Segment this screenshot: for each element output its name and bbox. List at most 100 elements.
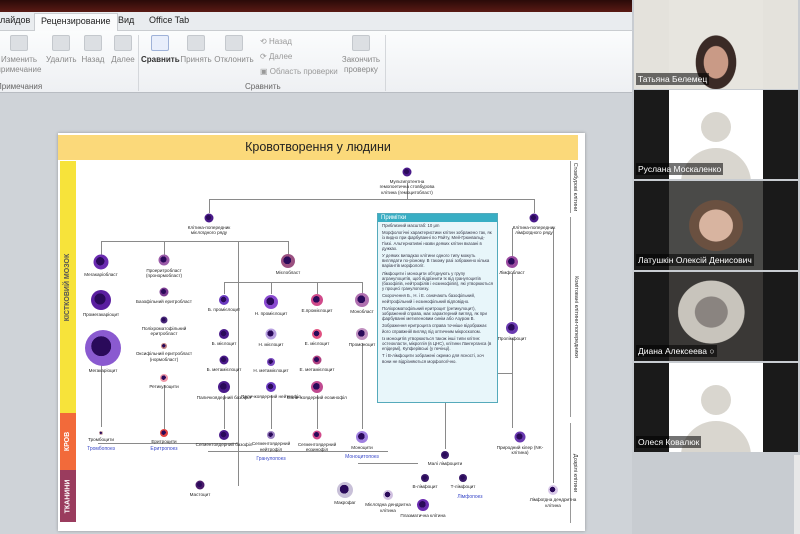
next-label: Далее xyxy=(111,55,135,64)
edit-note-button[interactable]: Изменить примечание xyxy=(0,35,44,75)
label-stem-cells: Стовбурові клітини xyxy=(570,161,580,213)
blood-cell-icon xyxy=(158,254,170,266)
connector-line xyxy=(271,395,272,429)
end-review-button[interactable]: Закончить проверку xyxy=(340,35,382,75)
participant-name: Диана Алексеева ○ xyxy=(636,345,717,357)
note-paragraph: Поліхроматофільний еритроцит (ретикулоци… xyxy=(382,305,487,322)
connector-line xyxy=(512,338,513,428)
blood-cell-icon xyxy=(160,316,168,324)
tab-office-tab[interactable]: Office Tab xyxy=(149,15,189,25)
edit-note-label: Изменить примечание xyxy=(0,55,42,74)
cell-label: Мієлоїдна дендритна клітина xyxy=(365,502,411,513)
connector-line xyxy=(164,385,165,429)
connector-line xyxy=(209,199,534,200)
connector-line xyxy=(209,199,210,213)
cell-label: Ретикулоцити xyxy=(149,384,179,389)
blood-cell-icon xyxy=(160,374,168,382)
note-paragraph: Морфологічні характеристики клітин зобра… xyxy=(382,230,492,251)
cell-label: Плазматична клітина xyxy=(400,513,446,518)
blood-cell-icon xyxy=(402,167,412,177)
review-pane-button[interactable]: ▣ Область проверки xyxy=(260,67,338,76)
participant-tile[interactable]: Татьяна Белемец xyxy=(634,0,798,89)
process-label: Еритропоез xyxy=(150,446,178,452)
connector-line xyxy=(362,343,363,429)
label-committed-progenitors: Комітовані клітини-попередники xyxy=(570,217,580,417)
next-note-button[interactable]: Далее xyxy=(110,35,136,65)
avatar-head-icon xyxy=(701,112,731,142)
connector-line xyxy=(164,241,165,255)
connector-line xyxy=(271,282,272,294)
review-pane-label: Область проверки xyxy=(269,67,338,76)
note-paragraph: Приблизний масштаб: 10 μm xyxy=(382,223,440,228)
participant-tile[interactable]: Диана Алексеева ○ xyxy=(634,272,798,361)
tab-view[interactable]: Вид xyxy=(118,15,134,25)
process-label: Тромбопоез xyxy=(87,446,115,452)
forward-button[interactable]: ⟳ Далее xyxy=(260,52,292,61)
ribbon: Изменить примечание Удалить Назад Далее … xyxy=(0,31,632,93)
process-label: Лімфопоез xyxy=(457,494,483,500)
video-participants-panel: Татьяна Белемец Руслана Москаленко Латуш… xyxy=(632,0,800,534)
connector-line xyxy=(553,228,554,483)
accept-icon xyxy=(187,35,205,51)
participant-tile[interactable]: Латушкін Олексій Денисович xyxy=(634,181,798,270)
reject-button[interactable]: Отклонить xyxy=(214,35,254,65)
accept-label: Принять xyxy=(180,55,212,64)
end-review-label: Закончить проверку xyxy=(341,55,381,74)
cell-label: Малі лімфоцити xyxy=(427,461,463,466)
process-label: Гранулопоез xyxy=(256,456,286,462)
connector-line xyxy=(288,241,289,255)
blood-cell-icon xyxy=(356,328,368,340)
cell-label: Мегакаріоцит xyxy=(88,368,118,373)
connector-line xyxy=(358,463,418,464)
blood-cell-icon xyxy=(219,329,229,339)
blood-cell-icon xyxy=(218,381,230,393)
participant-name: Олеся Ковалюк xyxy=(636,436,702,448)
cell-label: Поліхроматофільний еритробласт xyxy=(141,325,187,337)
tab-slideshow[interactable]: лайдов xyxy=(0,15,30,25)
blood-cell-icon xyxy=(91,290,111,310)
cell-label: Клітина-попередник лімфоїдного ряду xyxy=(512,224,556,236)
connector-line xyxy=(101,241,289,242)
accept-button[interactable]: Принять xyxy=(180,35,212,65)
blood-cell-icon xyxy=(337,482,353,498)
participant-name: Руслана Москаленко xyxy=(636,163,724,175)
band-bone-marrow: КІСТКОВИЙ МОЗОК xyxy=(60,161,76,413)
delete-icon xyxy=(52,35,70,51)
blood-cell-icon xyxy=(355,293,369,307)
cell-label: Мегакаріобласт xyxy=(84,271,118,277)
band-label: ТКАНИНИ xyxy=(64,479,72,513)
blood-cell-icon xyxy=(219,430,229,440)
tab-review[interactable]: Рецензирование xyxy=(34,13,118,32)
connector-line xyxy=(224,282,362,283)
blood-cell-icon xyxy=(159,287,169,297)
cell-label: Оксифільний еритробласт (нормобласт) xyxy=(135,351,193,362)
cell-label: Мультипотентна гемопоетична стовбурова к… xyxy=(379,178,435,195)
notes-title: Примітки xyxy=(378,214,497,222)
label-mature-cells: Дозрілі клітини xyxy=(570,423,580,523)
blood-cell-icon xyxy=(312,355,322,365)
back-button[interactable]: ⟲ Назад xyxy=(260,37,292,46)
participant-tile[interactable]: Олеся Ковалюк xyxy=(634,363,798,452)
cell-label: Еритроцити xyxy=(151,439,177,444)
participant-tile[interactable]: Руслана Москаленко xyxy=(634,90,798,179)
prev-note-button[interactable]: Назад xyxy=(80,35,106,65)
blood-cell-icon xyxy=(93,254,109,270)
ribbon-tabs: лайдов Рецензирование Вид Office Tab xyxy=(0,12,632,32)
window-titlebar xyxy=(0,0,632,12)
cell-label: Е. метамієлоцит xyxy=(299,366,335,372)
blood-cell-icon xyxy=(459,474,467,482)
blood-cell-icon xyxy=(267,358,275,366)
blood-cell-icon xyxy=(160,429,168,437)
blood-cell-icon xyxy=(506,256,518,268)
delete-button[interactable]: Удалить xyxy=(46,35,77,65)
compare-button[interactable]: Сравнить xyxy=(141,35,180,65)
blood-cell-icon xyxy=(267,431,275,439)
right-label: Дозрілі клітини xyxy=(572,453,579,493)
cell-label: Т-лімфоцит xyxy=(450,484,476,489)
blood-cell-icon xyxy=(312,329,322,339)
blood-cell-icon xyxy=(506,322,518,334)
blood-cell-icon xyxy=(281,254,295,268)
notes-box: Примітки Приблизний масштаб: 10 μm Морфол… xyxy=(377,213,498,403)
cell-label: Моноцити xyxy=(351,445,373,450)
scrollbar[interactable] xyxy=(794,455,800,534)
